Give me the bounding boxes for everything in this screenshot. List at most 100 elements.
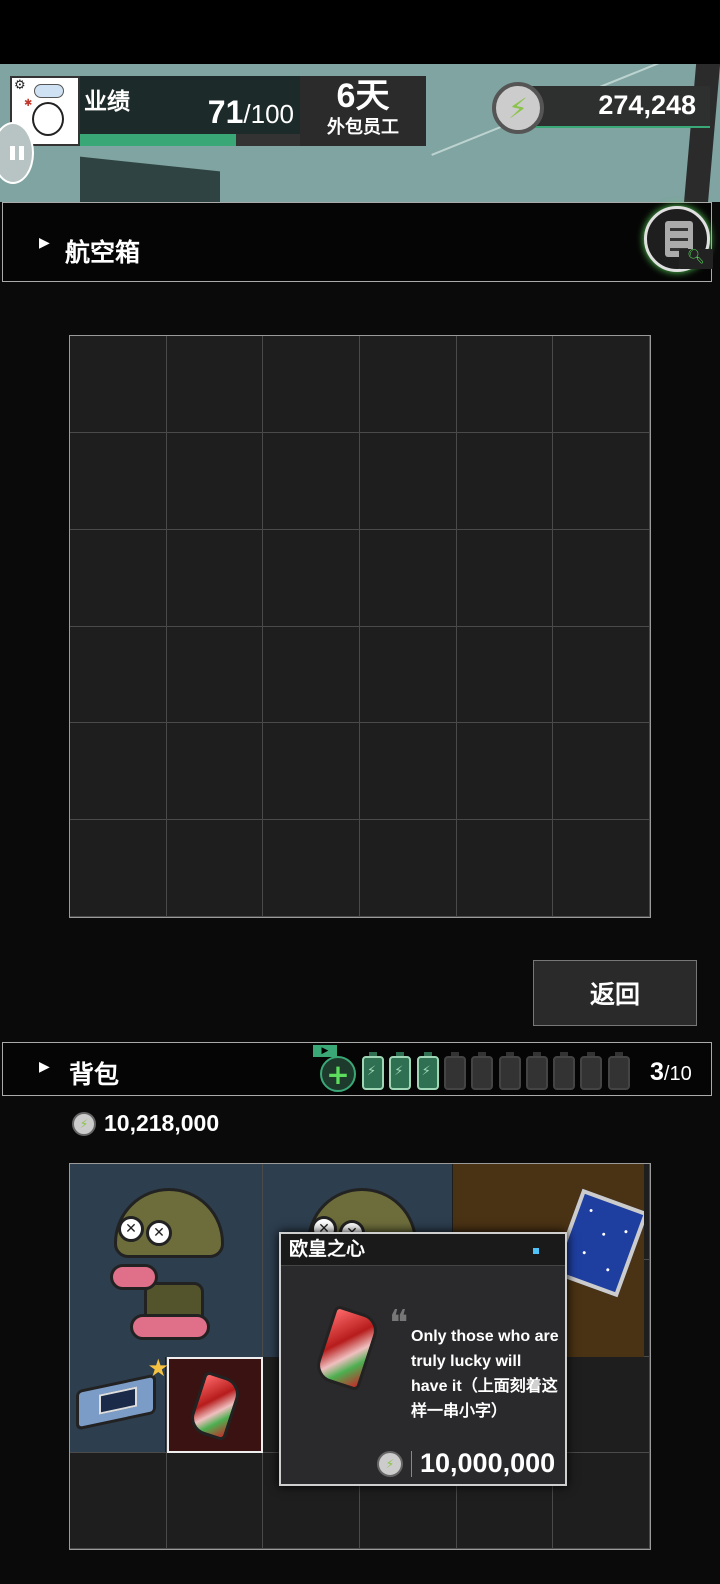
- grid-cell[interactable]: [359, 529, 457, 627]
- grid-cell[interactable]: [359, 723, 457, 821]
- tooltip-description: Only those who are truly lucky will have…: [411, 1328, 559, 1420]
- crate-header: ▶ 航空箱: [2, 202, 712, 282]
- battery-empty-icon: [553, 1052, 576, 1090]
- grid-cell[interactable]: [166, 529, 264, 627]
- battery-full-icon: [362, 1052, 384, 1090]
- crate-grid[interactable]: [69, 335, 651, 918]
- triangle-icon: ▶: [39, 1059, 50, 1075]
- gem-icon: [186, 1370, 244, 1442]
- battery-full-icon: [389, 1052, 412, 1090]
- sparkle-icon: ✱: [24, 98, 33, 109]
- tooltip-price: ⚡ 10,000,000: [377, 1448, 555, 1479]
- grid-cell[interactable]: [70, 1452, 167, 1549]
- battery-empty-icon: [525, 1052, 548, 1090]
- return-button[interactable]: 返回: [533, 960, 697, 1026]
- grid-cell[interactable]: [263, 723, 360, 821]
- grid-cell[interactable]: [166, 626, 264, 724]
- grid-cell[interactable]: [70, 432, 167, 530]
- backpack-capacity: 3/10: [650, 1058, 692, 1086]
- backpack-header: ▶ 背包: [2, 1042, 712, 1096]
- lightning-coin-icon: ⚡: [72, 1111, 96, 1136]
- settings-gear-icon[interactable]: ⚙: [14, 78, 26, 93]
- video-ad-icon: ▶: [313, 1045, 337, 1057]
- battery-empty-icon: [471, 1052, 494, 1090]
- grid-cell[interactable]: [359, 336, 457, 433]
- backpack-title: 背包: [69, 1061, 120, 1089]
- days-panel: 6天 外包员工: [300, 76, 426, 146]
- lightning-coin-icon: ⚡: [492, 82, 544, 134]
- grid-cell[interactable]: [456, 626, 554, 724]
- grid-cell[interactable]: [166, 723, 264, 821]
- device-icon: [76, 1373, 156, 1431]
- days-count: 6天: [336, 77, 390, 115]
- gem-icon: [312, 1304, 382, 1392]
- status-bar: [0, 0, 720, 64]
- magnifier-icon: 🔍︎: [679, 249, 713, 269]
- grid-cell[interactable]: [359, 432, 457, 530]
- lightning-coin-icon: ⚡: [377, 1450, 403, 1477]
- grid-cell[interactable]: [553, 1452, 650, 1549]
- tooltip-title-bar: 欧皇之心: [281, 1234, 565, 1266]
- grid-cell[interactable]: [70, 626, 167, 724]
- grid-cell[interactable]: [263, 336, 360, 433]
- item-tooltip: 欧皇之心 ❝ Only those who are truly lucky wi…: [279, 1232, 567, 1486]
- crate-title: 航空箱: [65, 239, 141, 267]
- backpack-money-amount: 10,218,000: [104, 1110, 220, 1136]
- grid-cell[interactable]: [166, 1452, 264, 1549]
- grid-cell[interactable]: [553, 529, 650, 627]
- grid-cell[interactable]: [166, 820, 264, 917]
- grid-cell[interactable]: [553, 336, 650, 433]
- grid-cell[interactable]: [70, 723, 167, 821]
- inspect-clipboard-button[interactable]: 🔍︎: [644, 206, 713, 272]
- tooltip-title: 欧皇之心: [289, 1239, 366, 1260]
- grid-cell[interactable]: [166, 432, 264, 530]
- backpack-money: ⚡ 10,218,000: [72, 1110, 219, 1137]
- plus-icon: +: [326, 1057, 350, 1091]
- grid-cell[interactable]: [263, 432, 360, 530]
- grid-cell[interactable]: [359, 626, 457, 724]
- currency-display: ⚡ 274,248: [492, 82, 710, 134]
- triangle-icon: ▶: [39, 235, 50, 251]
- device-item[interactable]: ★: [70, 1354, 169, 1452]
- info-dot-icon: [533, 1248, 539, 1254]
- performance-label: 业绩: [84, 88, 130, 114]
- lucky-heart-gem-item[interactable]: [167, 1357, 263, 1453]
- grid-cell[interactable]: [553, 432, 650, 530]
- performance-panel: 业绩 71/100: [80, 76, 300, 146]
- grid-cell[interactable]: [166, 336, 264, 433]
- battery-full-icon: [416, 1052, 439, 1090]
- performance-value: 71/100: [207, 94, 294, 130]
- star-icon: ★: [147, 1354, 169, 1382]
- grid-cell[interactable]: [263, 626, 360, 724]
- battery-empty-icon: [580, 1052, 603, 1090]
- price-amount: 10,000,000: [420, 1448, 556, 1478]
- grid-cell[interactable]: [553, 723, 650, 821]
- frog-soldier-item[interactable]: ✕✕: [70, 1164, 262, 1357]
- grid-cell[interactable]: [456, 529, 554, 627]
- grid-cell[interactable]: [456, 336, 554, 433]
- battery-empty-icon: [498, 1052, 521, 1090]
- battery-empty-icon: [607, 1052, 630, 1090]
- employee-type: 外包员工: [327, 117, 399, 137]
- grid-cell[interactable]: [553, 1356, 650, 1453]
- grid-cell[interactable]: [456, 723, 554, 821]
- cloud-icon: [34, 84, 64, 98]
- grid-cell[interactable]: [263, 529, 360, 627]
- grid-cell[interactable]: [456, 820, 554, 917]
- grid-cell[interactable]: [70, 336, 167, 433]
- grid-cell[interactable]: [70, 529, 167, 627]
- grid-cell[interactable]: [553, 820, 650, 917]
- pause-icon: [10, 146, 24, 160]
- expand-backpack-button[interactable]: +: [320, 1056, 356, 1092]
- grid-cell[interactable]: [70, 820, 167, 917]
- performance-bar: [80, 134, 300, 146]
- grid-cell[interactable]: [263, 820, 360, 917]
- tooltip-gem-image: [295, 1294, 391, 1404]
- grid-cell[interactable]: [553, 626, 650, 724]
- grid-cell[interactable]: [359, 820, 457, 917]
- battery-empty-icon: [443, 1052, 466, 1090]
- grid-cell[interactable]: [456, 432, 554, 530]
- currency-amount: 274,248: [598, 90, 696, 120]
- avatar-face: [32, 102, 64, 136]
- quote-icon: ❝: [389, 1303, 409, 1343]
